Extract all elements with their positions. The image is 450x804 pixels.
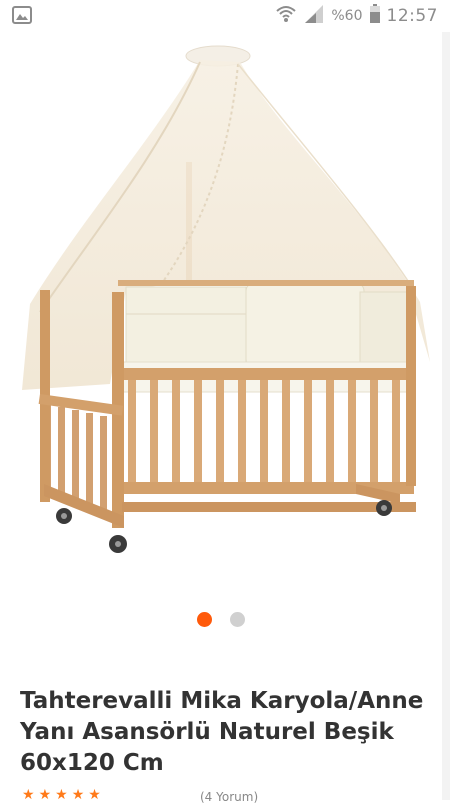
product-image[interactable] <box>0 32 442 592</box>
gallery-dot-2[interactable] <box>230 612 245 627</box>
gallery-pagination <box>0 612 442 628</box>
scroll-edge <box>442 32 450 800</box>
battery-icon <box>369 4 381 28</box>
product-title: Tahterevalli Mika Karyola/Anne Yanı Asan… <box>20 688 424 776</box>
signal-icon <box>303 4 325 28</box>
status-icons: %60 12:57 <box>275 4 438 28</box>
review-count[interactable]: (4 Yorum) <box>200 790 258 804</box>
wifi-icon <box>275 5 297 27</box>
status-bar: %60 12:57 <box>0 0 450 32</box>
image-notification-icon <box>12 6 32 24</box>
clock: 12:57 <box>386 6 438 26</box>
gallery-dot-1[interactable] <box>197 612 212 627</box>
battery-percent: %60 <box>331 8 363 24</box>
